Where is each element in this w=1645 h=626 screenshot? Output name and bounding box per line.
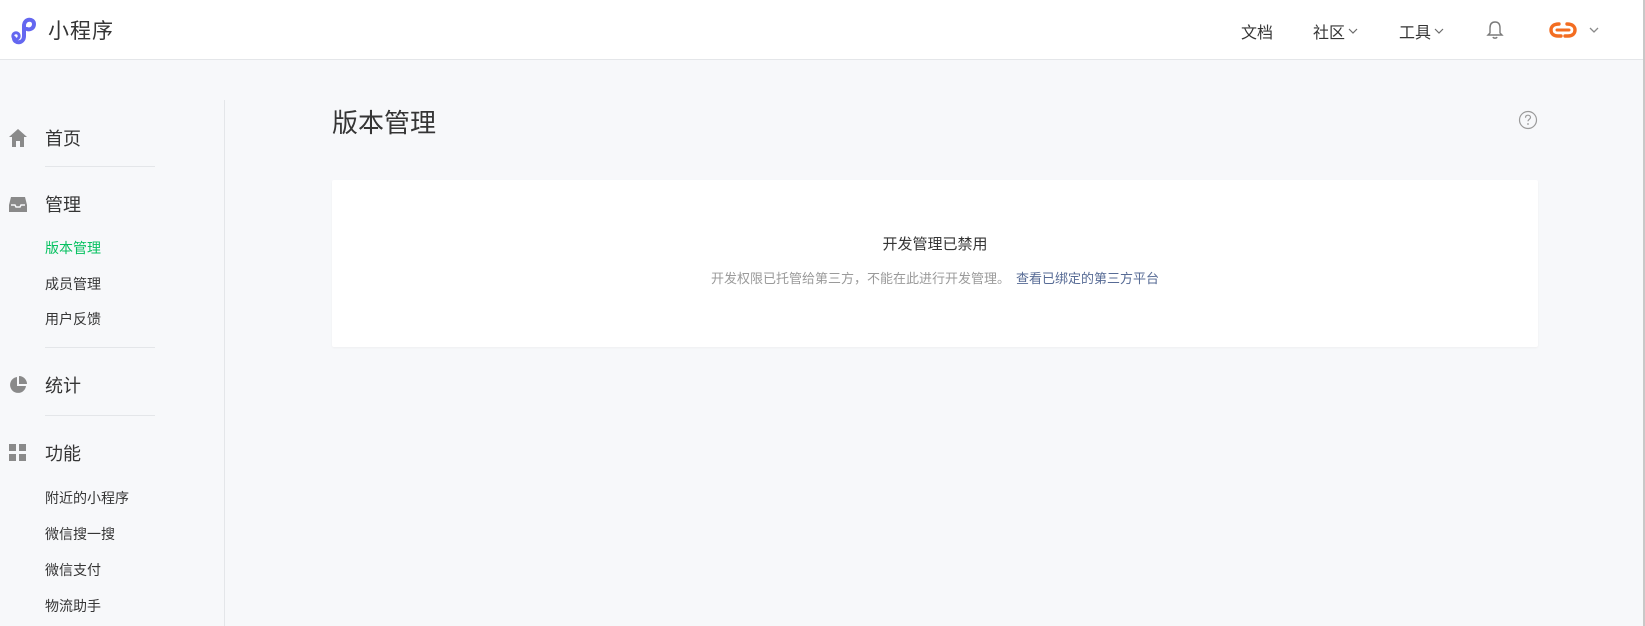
- sidebar-item-statistics[interactable]: 统计: [0, 372, 200, 398]
- sidebar-item-label: 管理: [45, 195, 81, 216]
- notice-description: 开发权限已托管给第三方，不能在此进行开发管理。 查看已绑定的第三方平台: [332, 268, 1538, 287]
- nav-tools-label: 工具: [1399, 23, 1432, 42]
- sidebar-subitem-wechat-pay[interactable]: 微信支付: [45, 560, 101, 580]
- divider: [45, 347, 155, 348]
- notice-description-text: 开发权限已托管给第三方，不能在此进行开发管理。: [710, 272, 1010, 287]
- pie-chart-icon: [10, 376, 27, 393]
- sidebar-item-label: 统计: [45, 376, 81, 397]
- home-icon: [9, 129, 27, 147]
- sidebar-item-manage[interactable]: 管理: [0, 191, 200, 217]
- nav-docs[interactable]: 文档: [1241, 19, 1273, 43]
- sidebar-item-home[interactable]: 首页: [0, 125, 200, 151]
- sidebar-item-label: 首页: [45, 129, 81, 150]
- avatar: [1549, 22, 1577, 38]
- page-title: 版本管理: [332, 109, 437, 139]
- app-page: 小程序 文档 社区 工具 首页 管理 版本管理 成员管理 用户反馈 统计 功能 …: [0, 0, 1645, 626]
- help-icon[interactable]: [1518, 110, 1538, 130]
- chevron-down-icon: [1348, 28, 1358, 34]
- sidebar-subitem-wechat-search[interactable]: 微信搜一搜: [45, 524, 115, 544]
- nav-community-label: 社区: [1313, 23, 1346, 42]
- view-bound-third-party-link[interactable]: 查看已绑定的第三方平台: [1016, 272, 1159, 287]
- brand-name: 小程序: [48, 19, 114, 43]
- sidebar-subitem-logistics-assistant[interactable]: 物流助手: [45, 596, 101, 616]
- notice-title: 开发管理已禁用: [882, 235, 988, 253]
- top-header: 小程序 文档 社区 工具: [0, 0, 1645, 60]
- bell-icon[interactable]: [1486, 20, 1504, 40]
- inbox-icon: [9, 197, 27, 212]
- sidebar-item-features[interactable]: 功能: [0, 440, 200, 466]
- sidebar-subitem-member-management[interactable]: 成员管理: [45, 274, 101, 294]
- grid-icon: [9, 444, 26, 461]
- chevron-down-icon: [1434, 28, 1444, 34]
- divider: [45, 415, 155, 416]
- sidebar-item-label: 功能: [45, 444, 81, 465]
- nav-tools[interactable]: 工具: [1399, 19, 1444, 43]
- sidebar-subitem-user-feedback[interactable]: 用户反馈: [45, 309, 101, 329]
- brand[interactable]: 小程序: [8, 13, 114, 47]
- nav-community[interactable]: 社区: [1313, 19, 1358, 43]
- chevron-down-icon: [1589, 27, 1599, 33]
- divider: [45, 166, 155, 167]
- notice-card: 开发管理已禁用 开发权限已托管给第三方，不能在此进行开发管理。 查看已绑定的第三方…: [332, 180, 1538, 347]
- account-menu[interactable]: [1548, 18, 1600, 42]
- sidebar-subitem-version-management[interactable]: 版本管理: [45, 238, 101, 258]
- sidebar-subitem-nearby-miniprogram[interactable]: 附近的小程序: [45, 488, 129, 508]
- sidebar: 首页 管理 版本管理 成员管理 用户反馈 统计 功能 附近的小程序 微信搜一搜 …: [0, 100, 225, 626]
- nav-docs-label: 文档: [1241, 23, 1274, 42]
- miniprogram-logo-icon: [11, 17, 37, 45]
